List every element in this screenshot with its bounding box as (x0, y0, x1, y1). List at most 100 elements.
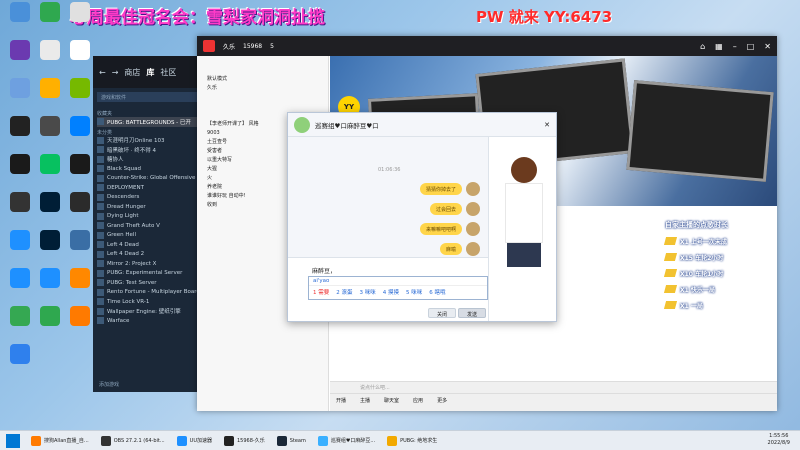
home-icon[interactable]: ⌂ (700, 42, 705, 51)
steam-game-label: Rento Fortune - Multiplayer Board (107, 289, 197, 296)
avatar[interactable] (466, 202, 480, 216)
ime-candidate[interactable]: 1 需要 (313, 288, 329, 296)
steam-game-item[interactable]: 糖协人 (97, 155, 197, 165)
tree-item[interactable]: 默认模式 (197, 74, 328, 83)
steam-game-label: 暗黑破坏 · 终不得 4 (107, 147, 156, 154)
desktop-icon[interactable] (0, 344, 40, 366)
steam-game-item[interactable]: Left 4 Dead (97, 240, 197, 250)
toolbar-item[interactable]: 应用 (413, 397, 423, 404)
steam-game-item[interactable]: Dying Light (97, 212, 197, 222)
game-icon (97, 136, 104, 144)
steam-game-label: Counter-Strike: Global Offensive (107, 175, 196, 182)
steam-tab-library[interactable]: 库 (146, 67, 154, 78)
steam-game-item[interactable]: Left 4 Dead 2 (97, 250, 197, 260)
steam-game-item[interactable]: Black Squad (97, 164, 197, 174)
tree-item[interactable] (197, 101, 328, 110)
steam-game-item[interactable]: Grand Theft Auto V (97, 221, 197, 231)
taskbar-item[interactable]: 15968-久乐 (219, 433, 270, 449)
grid-icon[interactable]: ▦ (715, 42, 723, 51)
taskbar-item[interactable]: UU加速器 (172, 433, 217, 449)
toolbar-item[interactable]: 更多 (437, 397, 447, 404)
steam-game-label: 糖协人 (107, 157, 124, 164)
chat-bubble: 来嘛嘛吧吧啊 (419, 223, 462, 235)
close-icon[interactable]: ✕ (544, 121, 556, 129)
game-icon (97, 307, 104, 315)
taskbar-item-label: OBS 27.2.1 (64-bit... (113, 437, 165, 444)
steam-nav: ← → 商店 库 社区 (93, 56, 201, 88)
windows-start-icon[interactable] (6, 433, 20, 448)
clock[interactable]: 1:55:56 2022/8/9 (768, 433, 790, 447)
avatar[interactable] (466, 222, 480, 236)
gift-item: X1 上号一次未成 (663, 233, 795, 249)
game-icon (97, 118, 104, 126)
tree-item[interactable] (197, 92, 328, 101)
ime-candidate[interactable]: 2 滚蛋 (336, 288, 352, 296)
steam-game-item[interactable]: 暗黑破坏 · 终不得 4 (97, 145, 197, 155)
avatar[interactable] (203, 40, 215, 52)
ime-candidate-box[interactable]: ai'yao 1 需要 2 滚蛋 3 咪咪 4 摸摸 5 咪咪 6 瞎哦 (308, 276, 488, 300)
steam-game-item[interactable]: DEPLOYMENT (97, 183, 197, 193)
kuaishou-title: 久乐 (223, 43, 236, 51)
steam-game-label: Left 4 Dead (107, 241, 139, 248)
avatar[interactable] (466, 242, 480, 256)
app-icon (223, 435, 234, 446)
steam-game-label: Black Squad (107, 165, 141, 172)
steam-game-item[interactable]: Mirror 2: Project X (97, 259, 197, 269)
toolbar-item[interactable]: 主播 (360, 397, 370, 404)
taskbar-item[interactable]: 搜狗Allan直播_自... (26, 433, 94, 449)
ime-candidate[interactable]: 3 咪咪 (360, 288, 376, 296)
steam-game-item[interactable]: Descenders (97, 193, 197, 203)
taskbar-item[interactable]: PUBG: 绝地求生 (382, 433, 442, 449)
app-icon (10, 344, 30, 364)
app-icon (40, 306, 60, 326)
pw-overlay-text: PW 就来 YY:6473 (476, 8, 613, 26)
steam-game-item[interactable]: Rento Fortune - Multiplayer Board (97, 288, 197, 298)
tree-item[interactable]: 久乐 (197, 83, 328, 92)
toolbar-item[interactable]: 聊天室 (384, 397, 399, 404)
chat-input[interactable]: 说点什么吧... (330, 382, 777, 394)
avatar[interactable] (294, 116, 310, 133)
send-button[interactable]: 发送 (458, 308, 487, 318)
ime-candidate[interactable]: 6 瞎哦 (429, 288, 445, 296)
steam-game-item[interactable]: PUBG: Experimental Server (97, 269, 197, 279)
back-arrow-icon[interactable]: ← (99, 68, 106, 77)
steam-game-item[interactable]: PUBG: BATTLEGROUNDS - 已开 (97, 117, 197, 127)
app-icon (40, 154, 60, 174)
steam-add-game-button[interactable]: 添加游戏 (99, 381, 119, 388)
gift-item: X10 车轮1小时 (663, 265, 795, 281)
steam-search-input[interactable]: 游戏和软件 (97, 92, 197, 102)
taskbar-item-label: Steam (289, 437, 306, 444)
steam-game-item[interactable]: Dread Hunger (97, 202, 197, 212)
close-icon[interactable]: ✕ (764, 42, 771, 51)
app-icon (10, 306, 30, 326)
steam-game-item[interactable]: Warface (97, 316, 197, 326)
steam-game-item[interactable]: Wallpaper Engine: 壁纸引擎 (97, 307, 197, 317)
taskbar-item[interactable]: Steam (272, 433, 311, 449)
maximize-icon[interactable]: □ (747, 42, 755, 51)
steam-game-item[interactable]: Time Lock VR-1 (97, 297, 197, 307)
minimize-icon[interactable]: – (733, 42, 737, 51)
app-icon (317, 435, 328, 446)
taskbar-item-label: 15968-久乐 (236, 438, 265, 444)
gift-item: X15 车轮2小时 (663, 249, 795, 265)
ime-candidate[interactable]: 4 摸摸 (383, 288, 399, 296)
steam-window: ← → 商店 库 社区 游戏和软件 收藏夹 PUBG: BATTLEGROUND… (93, 56, 201, 392)
ime-candidate[interactable]: 5 咪咪 (406, 288, 422, 296)
steam-game-item[interactable]: Green Hell (97, 231, 197, 241)
taskbar-item[interactable]: OBS 27.2.1 (64-bit... (96, 433, 170, 449)
steam-game-item[interactable]: Counter-Strike: Global Offensive (97, 174, 197, 184)
message-time: 01:06:36 (378, 167, 401, 173)
steam-game-item[interactable]: 天涯明月刀Online 103 (97, 136, 197, 146)
taskbar-item[interactable]: 巡赛组♥口麻醉豆... (313, 433, 380, 449)
close-button[interactable]: 关闭 (428, 308, 457, 318)
toolbar-item[interactable]: 开播 (336, 397, 346, 404)
desktop-icon[interactable] (60, 2, 100, 24)
steam-game-item[interactable]: PUBG: Test Server (97, 278, 197, 288)
avatar[interactable] (466, 182, 480, 196)
steam-tab-community[interactable]: 社区 (160, 67, 176, 78)
steam-tab-store[interactable]: 商店 (124, 67, 140, 78)
avatar-figure-body (505, 183, 543, 243)
steam-category-uncategorized[interactable]: 未分类 (97, 129, 197, 136)
steam-category-favorites[interactable]: 收藏夹 (97, 110, 197, 117)
forward-arrow-icon[interactable]: → (112, 68, 119, 77)
